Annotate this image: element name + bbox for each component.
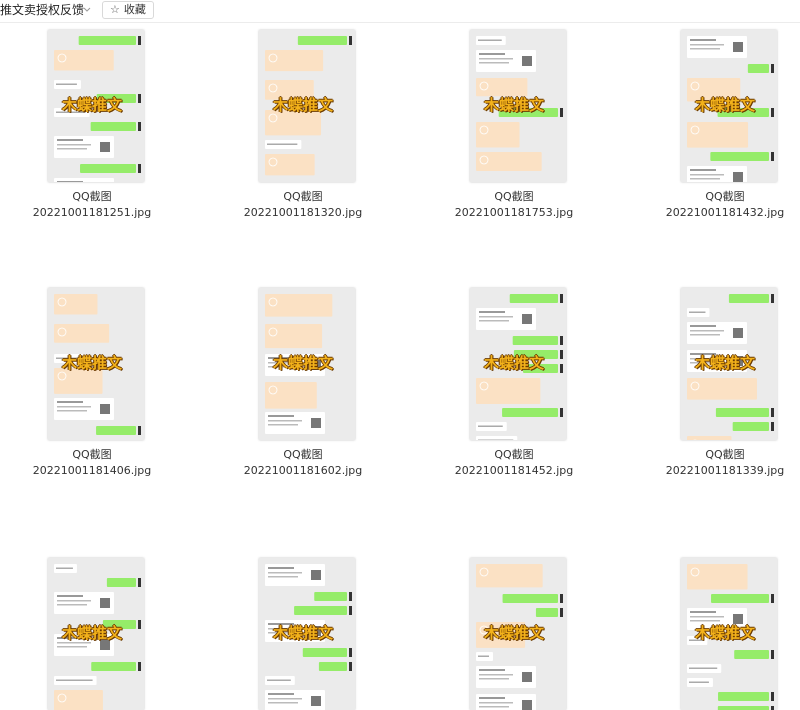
file-type-label: QQ截图 <box>494 448 534 461</box>
favorite-button[interactable]: ☆ 收藏 <box>102 1 154 19</box>
file-type-label: QQ截图 <box>705 190 745 203</box>
file-thumbnail[interactable]: 木蝶推文 <box>48 30 144 182</box>
file-name: 20221001181452.jpg <box>454 464 574 477</box>
file-type-label: QQ截图 <box>705 448 745 461</box>
star-icon: ☆ <box>110 3 120 16</box>
file-type-label: QQ截图 <box>494 190 534 203</box>
file-name: 20221001181602.jpg <box>243 464 363 477</box>
watermark-logo: 木蝶推文 <box>273 624 334 642</box>
watermark-logo: 木蝶推文 <box>695 624 756 642</box>
file-thumbnail[interactable]: 木蝶推文 <box>259 30 355 182</box>
file-thumbnail[interactable]: 木蝶推文 <box>681 288 777 440</box>
file-thumbnail[interactable]: 木蝶推文 <box>681 558 777 710</box>
file-type-label: QQ截图 <box>283 448 323 461</box>
top-bar: 推文卖授权反馈 ☆ 收藏 <box>0 0 800 23</box>
file-thumbnail[interactable]: 木蝶推文 <box>259 288 355 440</box>
folder-title[interactable]: 推文卖授权反馈 <box>0 3 84 17</box>
favorite-label: 收藏 <box>123 3 146 16</box>
file-type-label: QQ截图 <box>72 190 112 203</box>
file-thumbnail[interactable]: 木蝶推文 <box>48 558 144 710</box>
file-name: 20221001181339.jpg <box>665 464 785 477</box>
file-thumbnail[interactable]: 木蝶推文 <box>470 288 566 440</box>
watermark-logo: 木蝶推文 <box>273 96 334 114</box>
watermark-logo: 木蝶推文 <box>62 624 123 642</box>
file-name: 20221001181251.jpg <box>32 206 152 219</box>
file-type-label: QQ截图 <box>72 448 112 461</box>
file-name: 20221001181406.jpg <box>32 464 152 477</box>
watermark-logo: 木蝶推文 <box>62 96 123 114</box>
watermark-logo: 木蝶推文 <box>484 624 545 642</box>
file-thumbnail[interactable]: 木蝶推文 <box>259 558 355 710</box>
file-thumbnail[interactable]: 木蝶推文 <box>681 30 777 182</box>
watermark-logo: 木蝶推文 <box>484 96 545 114</box>
file-name: 20221001181432.jpg <box>665 206 785 219</box>
watermark-logo: 木蝶推文 <box>273 354 334 372</box>
file-thumbnail[interactable]: 木蝶推文 <box>48 288 144 440</box>
breadcrumb[interactable]: 推文卖授权反馈 <box>0 2 84 18</box>
watermark-logo: 木蝶推文 <box>695 354 756 372</box>
watermark-logo: 木蝶推文 <box>62 354 123 372</box>
watermark-logo: 木蝶推文 <box>484 354 545 372</box>
file-thumbnail[interactable]: 木蝶推文 <box>470 558 566 710</box>
file-thumbnail[interactable]: 木蝶推文 <box>470 30 566 182</box>
watermark-logo: 木蝶推文 <box>695 96 756 114</box>
file-name: 20221001181753.jpg <box>454 206 574 219</box>
file-name: 20221001181320.jpg <box>243 206 363 219</box>
file-type-label: QQ截图 <box>283 190 323 203</box>
chevron-down-icon[interactable] <box>82 3 92 17</box>
